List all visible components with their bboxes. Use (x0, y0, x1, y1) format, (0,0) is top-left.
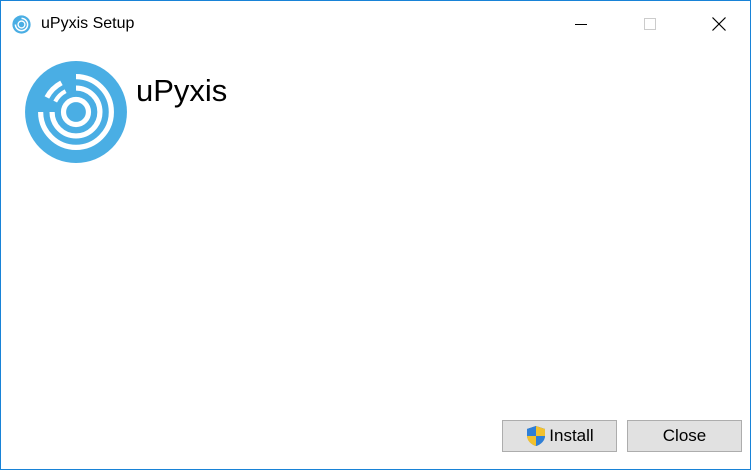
maximize-button[interactable] (627, 1, 673, 47)
close-button-label: Close (662, 426, 707, 445)
minimize-icon (575, 24, 587, 25)
close-icon (712, 17, 726, 31)
close-button[interactable]: Close (627, 420, 742, 452)
close-window-button[interactable] (696, 1, 742, 47)
upyxis-logo-icon (12, 15, 31, 34)
window-title: uPyxis Setup (41, 15, 135, 32)
setup-window: uPyxis Setup uPyxis Install Close (0, 0, 751, 470)
install-button[interactable]: Install (502, 420, 617, 452)
install-button-label: Install (549, 426, 594, 445)
minimize-button[interactable] (558, 1, 604, 47)
uac-shield-icon (527, 426, 546, 446)
title-bar[interactable]: uPyxis Setup (1, 1, 750, 47)
upyxis-logo-icon (25, 61, 127, 163)
app-name-heading: uPyxis (136, 73, 228, 108)
maximize-icon (644, 18, 656, 30)
